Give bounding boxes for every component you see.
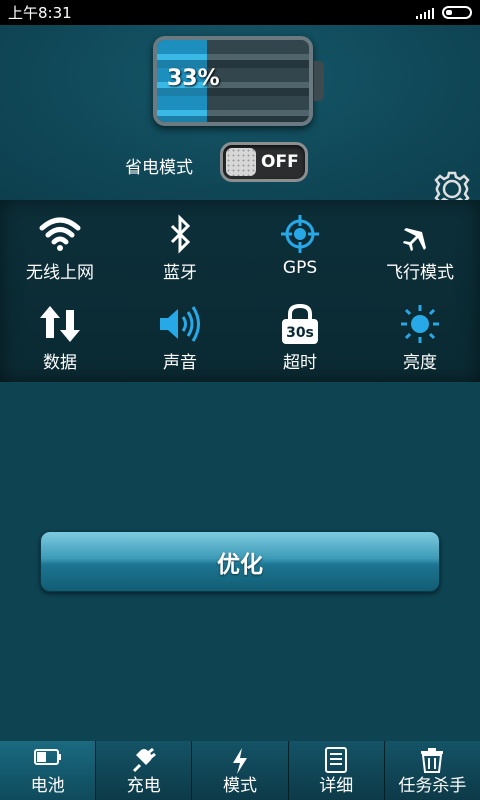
wifi-icon: [39, 217, 81, 251]
power-save-label: 省电模式: [125, 158, 193, 178]
bluetooth-label: 蓝牙: [163, 263, 197, 283]
status-bar: 上午8:31: [0, 0, 480, 25]
quick-settings-grid: 无线上网 蓝牙 GPS 飞行模式 数据 声音 30s 超时 亮度: [0, 200, 480, 382]
sound-label: 声音: [163, 353, 197, 373]
tab-details[interactable]: 详细: [287, 741, 384, 800]
brightness-label: 亮度: [403, 353, 437, 373]
timeout-toggle[interactable]: 30s 超时: [240, 292, 360, 382]
data-arrows-icon: [40, 306, 80, 342]
tab-battery-label: 电池: [30, 776, 65, 796]
data-label: 数据: [43, 353, 77, 373]
tab-task-killer[interactable]: 任务杀手: [383, 741, 480, 800]
battery-terminal: [314, 61, 324, 101]
brightness-icon: [401, 305, 439, 343]
wifi-toggle[interactable]: 无线上网: [0, 202, 120, 292]
tab-charging[interactable]: 充电: [95, 741, 192, 800]
status-battery-icon: [442, 6, 472, 19]
bluetooth-toggle[interactable]: 蓝牙: [120, 202, 240, 292]
brightness-toggle[interactable]: 亮度: [360, 292, 480, 382]
toggle-state: OFF: [261, 152, 299, 172]
battery-gauge: 33%: [153, 36, 313, 126]
battery-panel: 33% 省电模式 OFF: [0, 25, 480, 207]
gps-icon: [281, 215, 319, 253]
timeout-value: 30s: [286, 325, 314, 341]
bolt-icon: [233, 748, 247, 774]
bottom-tab-bar: 电池 充电 模式 详细 任务杀手: [0, 741, 480, 800]
lock-timeout-icon: 30s: [282, 304, 318, 344]
sound-toggle[interactable]: 声音: [120, 292, 240, 382]
tab-charging-label: 充电: [126, 776, 161, 796]
airplane-toggle[interactable]: 飞行模式: [360, 202, 480, 292]
plug-icon: [132, 747, 156, 773]
toggle-knob: [226, 148, 256, 176]
document-icon: [325, 747, 348, 773]
status-time: 上午8:31: [8, 4, 72, 22]
battery-icon: [33, 749, 61, 765]
bluetooth-icon: [170, 214, 191, 254]
optimize-button[interactable]: 优化: [40, 531, 440, 592]
power-save-toggle[interactable]: OFF: [220, 142, 308, 182]
speaker-icon: [160, 306, 200, 342]
tab-mode[interactable]: 模式: [191, 741, 288, 800]
data-toggle[interactable]: 数据: [0, 292, 120, 382]
gps-toggle[interactable]: GPS: [240, 202, 360, 292]
tab-battery[interactable]: 电池: [0, 741, 96, 800]
wifi-label: 无线上网: [26, 263, 94, 283]
battery-percent: 33%: [167, 66, 220, 91]
tab-details-label: 详细: [319, 776, 354, 796]
tab-task-killer-label: 任务杀手: [398, 776, 467, 796]
timeout-label: 超时: [283, 353, 317, 373]
airplane-icon: [403, 220, 438, 251]
airplane-label: 飞行模式: [386, 263, 454, 283]
trash-icon: [421, 748, 444, 773]
signal-icon: [416, 7, 434, 19]
gps-label: GPS: [282, 258, 318, 278]
